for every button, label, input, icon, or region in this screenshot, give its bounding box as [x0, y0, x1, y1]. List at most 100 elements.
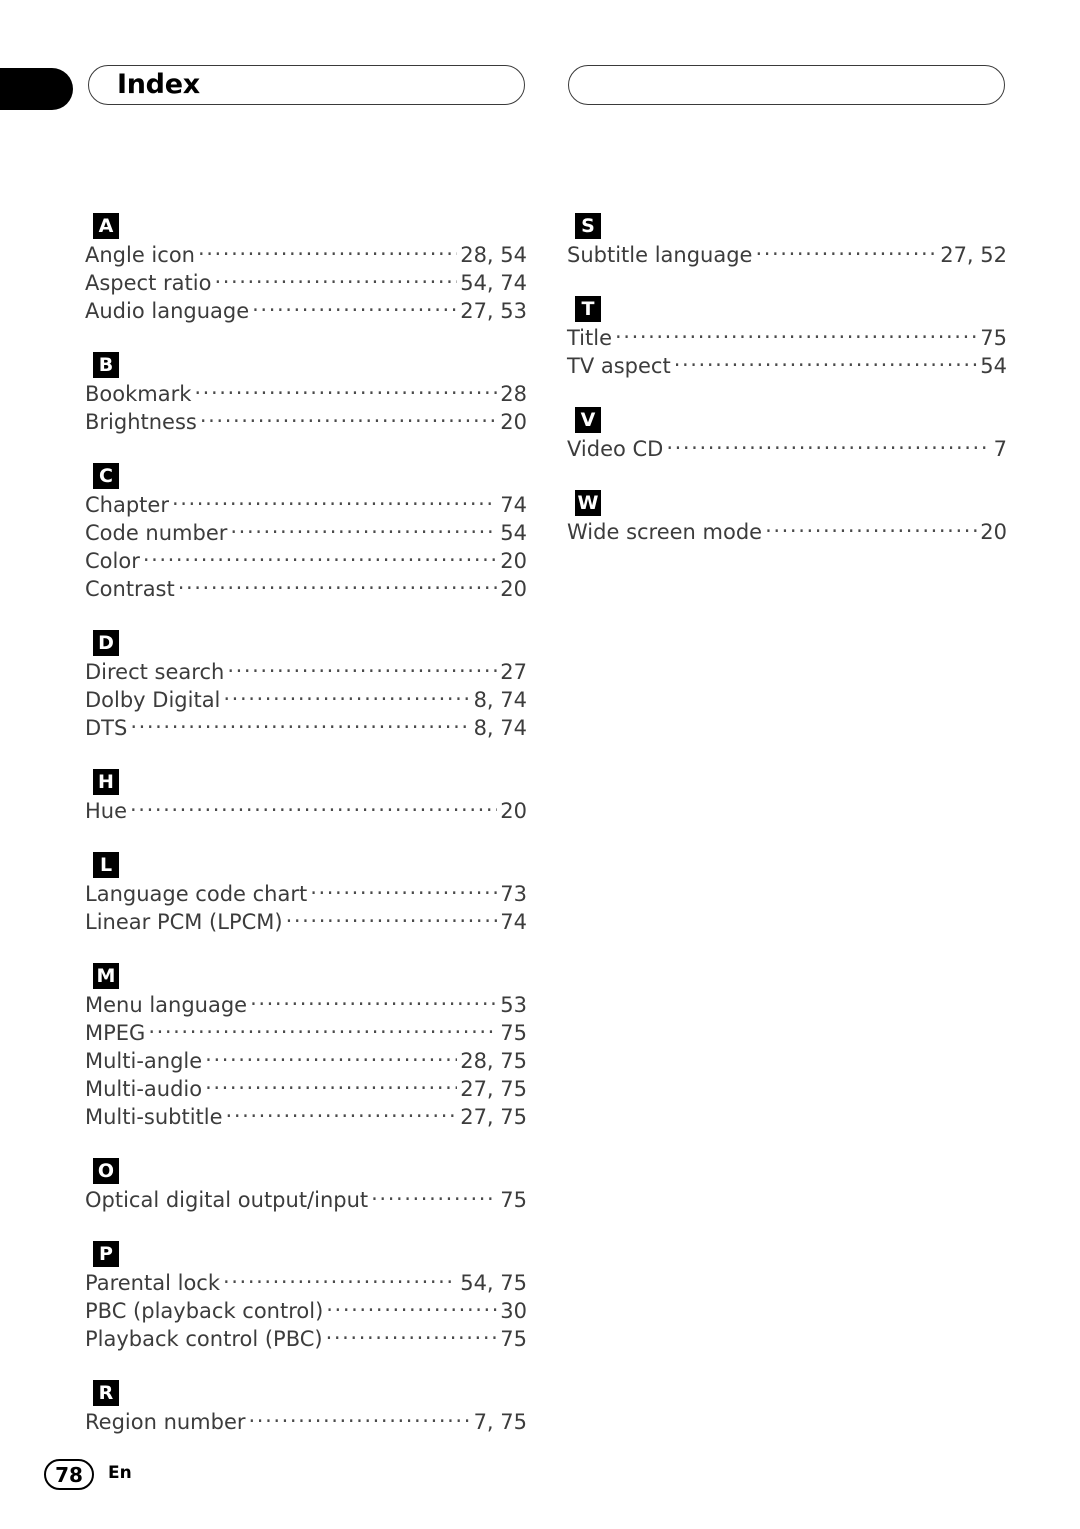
index-section-h: H Hue 20 [85, 769, 527, 825]
index-section-l: L Language code chart 73 Linear PCM (LPCM) 7… [85, 852, 527, 936]
index-entry-term: Optical digital output/input [85, 1188, 369, 1212]
index-entry-term: Angle icon [85, 243, 195, 267]
index-entry[interactable]: Playback control (PBC) 75 [85, 1325, 527, 1353]
index-entry[interactable]: Angle icon 28, 54 [85, 241, 527, 269]
index-entry-pages: 74 [500, 910, 527, 934]
index-entry-pages: 30 [500, 1299, 527, 1323]
section-letter-row: V [575, 407, 1007, 435]
page-title: Index [117, 68, 200, 100]
dot-leader [252, 297, 457, 318]
dot-leader [226, 1103, 458, 1124]
index-entry[interactable]: Wide screen mode 20 [567, 518, 1007, 546]
index-entry-term: Linear PCM (LPCM) [85, 910, 283, 934]
index-entry[interactable]: Language code chart 73 [85, 880, 527, 908]
dot-leader [148, 1019, 497, 1040]
index-entry-pages: 20 [500, 549, 527, 573]
index-entry-term: Chapter [85, 493, 169, 517]
section-letter-row: P [93, 1241, 527, 1269]
section-letter-badge: A [93, 213, 119, 239]
index-entry-pages: 75 [500, 1327, 527, 1351]
section-letter-row: S [575, 213, 1007, 241]
index-entry-pages: 8, 74 [473, 716, 527, 740]
index-entry[interactable]: Subtitle language 27, 52 [567, 241, 1007, 269]
section-letter-row: O [93, 1158, 527, 1186]
index-entry-term: Multi-subtitle [85, 1105, 223, 1129]
index-entry-term: Parental lock [85, 1271, 220, 1295]
dot-leader [674, 352, 978, 373]
index-entry[interactable]: Linear PCM (LPCM) 74 [85, 908, 527, 936]
dot-leader [205, 1075, 457, 1096]
index-entry-pages: 54 [500, 521, 527, 545]
index-section-v: V Video CD 7 [567, 407, 1007, 463]
index-column-right: SSubtitle language27, 52 TTitle75TV aspec… [567, 213, 1007, 546]
section-letter-row: H [93, 769, 527, 797]
section-letter-row: M [93, 963, 527, 991]
index-entry[interactable]: TV aspect 54 [567, 352, 1007, 380]
index-entry[interactable]: Aspect ratio 54, 74 [85, 269, 527, 297]
dot-leader [223, 1269, 457, 1290]
index-entry-pages: 20 [500, 799, 527, 823]
index-entry[interactable]: Multi-subtitle 27, 75 [85, 1103, 527, 1131]
index-entry[interactable]: Region number 7, 75 [85, 1408, 527, 1436]
index-entry[interactable]: Video CD 7 [567, 435, 1007, 463]
index-section-w: W Wide screen mode 20 [567, 490, 1007, 546]
dot-leader [214, 269, 457, 290]
header-title-box: Index [88, 65, 525, 105]
section-letter-badge: C [93, 463, 119, 489]
index-entry-pages: 54 [980, 354, 1007, 378]
index-entry[interactable]: DTS 8, 74 [85, 714, 527, 742]
section-letter-badge: B [93, 352, 119, 378]
index-entry[interactable]: PBC (playback control) 30 [85, 1297, 527, 1325]
index-entry-term: Direct search [85, 660, 225, 684]
index-entry[interactable]: Direct search 27 [85, 658, 527, 686]
section-letter-badge: V [575, 407, 601, 433]
dot-leader [205, 1047, 457, 1068]
index-entry-pages: 8, 74 [473, 688, 527, 712]
index-entry[interactable]: Contrast 20 [85, 575, 527, 603]
index-entry-term: TV aspect [567, 354, 671, 378]
index-entry[interactable]: Title 75 [567, 324, 1007, 352]
index-entry[interactable]: Bookmark 28 [85, 380, 527, 408]
dot-leader [223, 686, 470, 707]
index-entry-term: Hue [85, 799, 128, 823]
index-entry-term: MPEG [85, 1021, 146, 1045]
index-entry[interactable]: Multi-audio 27, 75 [85, 1075, 527, 1103]
index-entry[interactable]: Chapter 74 [85, 491, 527, 519]
index-column-left: AAngle icon28, 54Aspect ratio54, 74Audio… [85, 213, 527, 1436]
index-entry[interactable]: Color 20 [85, 547, 527, 575]
dot-leader [198, 241, 457, 262]
dot-leader [130, 714, 470, 735]
index-entry[interactable]: Audio language 27, 53 [85, 297, 527, 325]
section-letter-row: A [93, 213, 527, 241]
dot-leader [615, 324, 977, 345]
section-letter-badge: P [93, 1241, 119, 1267]
index-entry[interactable]: Parental lock 54, 75 [85, 1269, 527, 1297]
section-letter-badge: R [93, 1380, 119, 1406]
section-letter-row: T [575, 296, 1007, 324]
index-entry-term: Subtitle language [567, 243, 753, 267]
index-entry-term: DTS [85, 716, 128, 740]
index-entry[interactable]: Multi-angle 28, 75 [85, 1047, 527, 1075]
index-section-s: S Subtitle language 27, 52 [567, 213, 1007, 269]
index-entry[interactable]: Brightness 20 [85, 408, 527, 436]
index-entry[interactable]: Hue 20 [85, 797, 527, 825]
index-entry-term: PBC (playback control) [85, 1299, 324, 1323]
dot-leader [765, 518, 977, 539]
index-entry[interactable]: Dolby Digital 8, 74 [85, 686, 527, 714]
dot-leader [310, 880, 497, 901]
index-entry[interactable]: MPEG 75 [85, 1019, 527, 1047]
dot-leader [227, 658, 497, 679]
index-entry-pages: 28 [500, 382, 527, 406]
dot-leader [371, 1186, 497, 1207]
dot-leader [326, 1297, 497, 1318]
index-entry[interactable]: Code number 54 [85, 519, 527, 547]
dot-leader [230, 519, 497, 540]
index-entry-pages: 75 [980, 326, 1007, 350]
index-entry-pages: 27, 53 [460, 299, 527, 323]
index-entry-term: Bookmark [85, 382, 192, 406]
index-entry[interactable]: Optical digital output/input 75 [85, 1186, 527, 1214]
index-entry[interactable]: Menu language 53 [85, 991, 527, 1019]
language-code-label: En [108, 1463, 132, 1483]
index-section-d: D Direct search 27 Dolby Digital 8, 74 DTS 8, … [85, 630, 527, 742]
index-entry-term: Contrast [85, 577, 175, 601]
